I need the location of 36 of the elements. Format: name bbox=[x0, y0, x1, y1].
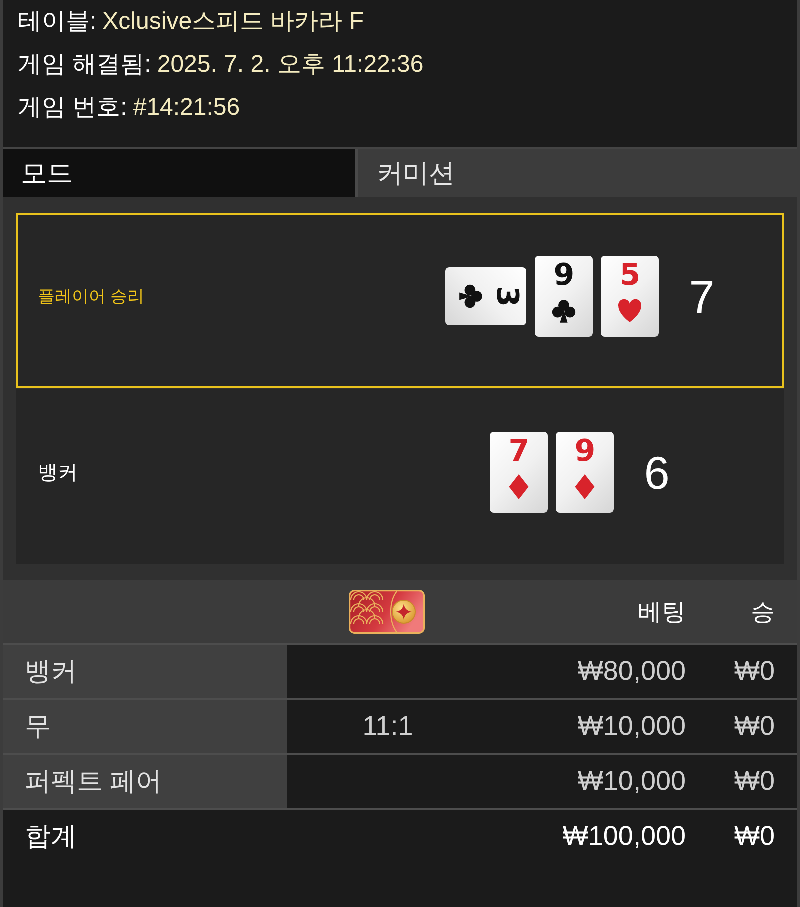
info-value: Xclusive스피드 바카라 F bbox=[102, 8, 364, 35]
card-rank: 7 bbox=[508, 434, 530, 470]
column-header: 베팅 bbox=[638, 598, 686, 628]
column-header: 승 bbox=[751, 598, 775, 628]
card-rank: 9 bbox=[554, 258, 575, 294]
info-label: 게임 해결됨: bbox=[18, 51, 152, 78]
club-icon bbox=[458, 284, 485, 310]
card-rank: 9 bbox=[574, 434, 596, 470]
win-amount: ₩0 bbox=[734, 656, 775, 687]
bet-type: 뱅커 bbox=[3, 645, 287, 698]
hand-label: 뱅커 bbox=[38, 462, 78, 484]
bet-amount: ₩80,000 bbox=[578, 656, 686, 687]
hand-score: 6 bbox=[644, 448, 670, 498]
card-rank: 5 bbox=[620, 258, 641, 294]
total-win-amount: ₩0 bbox=[734, 821, 775, 852]
heart-icon bbox=[617, 298, 644, 324]
win-amount: ₩0 bbox=[734, 711, 775, 742]
bet-amount: ₩10,000 bbox=[578, 711, 686, 742]
info-label: 테이블: bbox=[18, 8, 97, 35]
bet-amount: ₩10,000 bbox=[578, 766, 686, 797]
total-bet-amount: ₩100,000 bbox=[562, 821, 686, 852]
card-rank: 3 bbox=[488, 286, 525, 307]
info-value: 2025. 7. 2. 오후 11:22:36 bbox=[157, 51, 424, 78]
mode-label: 모드 bbox=[3, 149, 358, 197]
win-amount: ₩0 bbox=[734, 766, 775, 797]
total-label: 합계 bbox=[25, 820, 77, 853]
hand-score: 7 bbox=[689, 272, 715, 322]
bet-type: 퍼펙트 페어 bbox=[3, 755, 287, 808]
club-icon bbox=[551, 298, 578, 324]
mode-value: 커미션 bbox=[358, 149, 797, 197]
bet-type: 무 bbox=[3, 700, 287, 753]
info-label: 게임 번호: bbox=[18, 94, 128, 121]
hand-label: 플레이어 승리 bbox=[38, 287, 145, 306]
coin-card-icon bbox=[349, 590, 425, 634]
odds-value: 11:1 bbox=[362, 711, 414, 742]
info-value: #14:21:56 bbox=[133, 94, 240, 121]
